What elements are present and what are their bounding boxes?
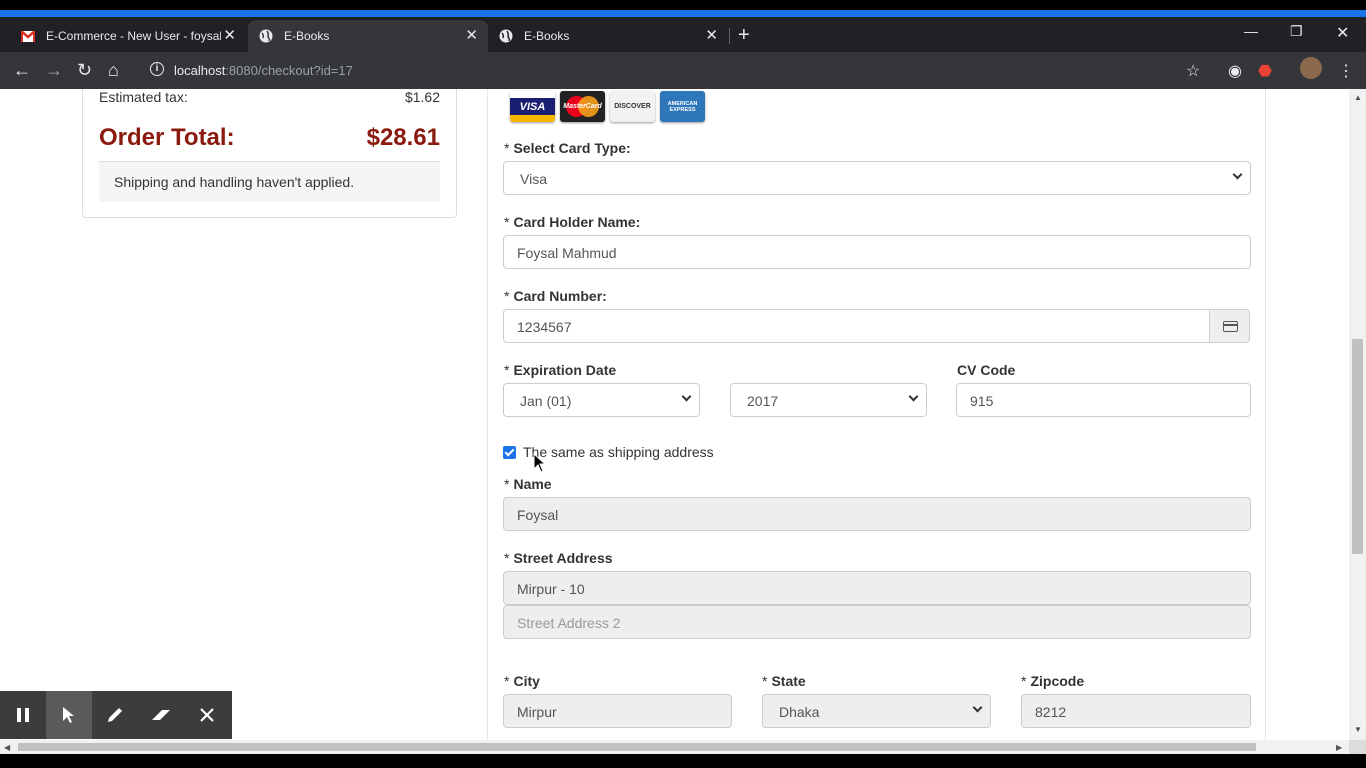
discover-logo: DISCOVER: [610, 91, 655, 122]
globe-icon: [498, 28, 514, 44]
scroll-right-icon[interactable]: ▶: [1336, 743, 1342, 752]
chevron-down-icon: [972, 702, 983, 713]
scrollbar-thumb[interactable]: [18, 743, 1256, 751]
browser-toolbar: ← → ↻ ⌂ i localhost:8080/checkout?id=17 …: [0, 52, 1366, 89]
card-number-input[interactable]: 1234567: [503, 309, 1210, 343]
city-input[interactable]: Mirpur: [503, 694, 732, 728]
extension-icon[interactable]: ◉: [1228, 61, 1242, 81]
extension-icon[interactable]: ⬣: [1258, 61, 1272, 81]
street-address-input[interactable]: Mirpur - 10: [503, 571, 1251, 605]
screen: E-Commerce - New User - foysal ✕ E-Books…: [0, 0, 1366, 768]
payment-form: VISA MasterCard DISCOVER AMERICAN EXPRES…: [487, 89, 1266, 740]
menu-icon[interactable]: ⋮: [1338, 61, 1354, 81]
street-address-2-input[interactable]: Street Address 2: [503, 605, 1251, 639]
pen-icon[interactable]: [92, 691, 138, 739]
street-label: * Street Address: [504, 550, 613, 566]
mouse-cursor-icon: [533, 452, 547, 478]
chevron-down-icon: [908, 391, 919, 402]
state-select[interactable]: Dhaka: [762, 694, 991, 728]
horizontal-scrollbar[interactable]: ◀ ▶: [0, 740, 1349, 754]
minimize-icon[interactable]: —: [1244, 23, 1258, 39]
url-text: localhost:8080/checkout?id=17: [174, 63, 353, 78]
card-number-label: * Card Number:: [504, 288, 607, 304]
order-total-label: Order Total:: [99, 124, 235, 151]
close-icon[interactable]: ✕: [705, 28, 718, 44]
chevron-down-icon: [681, 391, 692, 402]
avatar[interactable]: [1300, 57, 1322, 79]
credit-card-icon: [1209, 309, 1250, 343]
same-as-shipping-label[interactable]: The same as shipping address: [523, 444, 714, 460]
exp-year-select[interactable]: 2017: [730, 383, 927, 417]
same-as-shipping-checkbox[interactable]: [503, 446, 516, 459]
star-icon[interactable]: ☆: [1186, 61, 1200, 81]
card-logos: VISA MasterCard DISCOVER AMERICAN EXPRES…: [510, 91, 705, 122]
shipping-note: Shipping and handling haven't applied.: [99, 162, 440, 202]
gmail-icon: [20, 28, 36, 44]
amex-logo: AMERICAN EXPRESS: [660, 91, 705, 122]
tab-ebooks-active[interactable]: E-Books ✕: [248, 20, 488, 52]
cv-code-input[interactable]: 915: [956, 383, 1251, 417]
card-type-label: * Select Card Type:: [504, 140, 631, 156]
back-icon[interactable]: ←: [13, 61, 31, 79]
holder-label: * Card Holder Name:: [504, 214, 641, 230]
annotation-toolbar: [0, 691, 232, 739]
home-icon[interactable]: ⌂: [108, 61, 119, 79]
close-icon[interactable]: [184, 691, 230, 739]
vertical-scrollbar[interactable]: ▲ ▼: [1349, 89, 1366, 740]
mastercard-logo: MasterCard: [560, 91, 605, 122]
order-total-value: $28.61: [366, 124, 440, 151]
chevron-down-icon: [1232, 169, 1243, 180]
exp-month-select[interactable]: Jan (01): [503, 383, 700, 417]
tab-title: E-Books: [524, 29, 570, 43]
forward-icon[interactable]: →: [45, 61, 63, 79]
name-label: * Name: [504, 476, 552, 492]
new-tab-icon[interactable]: +: [738, 25, 750, 45]
scrollbar-corner: [1349, 740, 1366, 754]
city-label: * City: [504, 673, 540, 689]
info-icon[interactable]: i: [150, 62, 164, 76]
reload-icon[interactable]: ↻: [77, 61, 92, 79]
scroll-up-icon[interactable]: ▲: [1354, 93, 1362, 102]
holder-name-input[interactable]: Foysal Mahmud: [503, 235, 1251, 269]
tab-ecommerce[interactable]: E-Commerce - New User - foysal ✕: [10, 20, 246, 52]
pause-icon[interactable]: [0, 691, 46, 739]
scrollbar-thumb[interactable]: [1352, 339, 1363, 554]
close-icon[interactable]: ✕: [223, 28, 236, 44]
cv-code-label: CV Code: [957, 362, 1016, 378]
estimated-tax-label: Estimated tax:: [99, 89, 188, 105]
close-window-icon[interactable]: ✕: [1336, 23, 1349, 43]
page-viewport: Estimated tax: $1.62 Order Total: $28.61…: [0, 89, 1349, 740]
address-bar[interactable]: i localhost:8080/checkout?id=17: [140, 56, 1220, 85]
pointer-icon[interactable]: [46, 691, 92, 739]
close-icon[interactable]: ✕: [465, 28, 478, 44]
card-type-select[interactable]: Visa: [503, 161, 1251, 195]
eraser-icon[interactable]: [138, 691, 184, 739]
tab-ebooks[interactable]: E-Books ✕: [488, 20, 730, 52]
top-accent-bar: [0, 10, 1366, 17]
scroll-down-icon[interactable]: ▼: [1354, 725, 1362, 734]
zipcode-input[interactable]: 8212: [1021, 694, 1251, 728]
scroll-left-icon[interactable]: ◀: [4, 743, 10, 752]
tab-title: E-Books: [284, 29, 330, 43]
visa-logo: VISA: [510, 91, 555, 122]
globe-icon: [258, 28, 274, 44]
tab-strip: E-Commerce - New User - foysal ✕ E-Books…: [0, 17, 1366, 52]
order-summary-card: Estimated tax: $1.62 Order Total: $28.61…: [82, 89, 457, 218]
expiration-label: * Expiration Date: [504, 362, 617, 378]
restore-icon[interactable]: ❐: [1290, 23, 1303, 40]
zipcode-label: * Zipcode: [1021, 673, 1085, 689]
estimated-tax-value: $1.62: [404, 89, 440, 105]
state-label: * State: [762, 673, 806, 689]
tab-title: E-Commerce - New User - foysal: [46, 29, 221, 43]
billing-name-input[interactable]: Foysal: [503, 497, 1251, 531]
